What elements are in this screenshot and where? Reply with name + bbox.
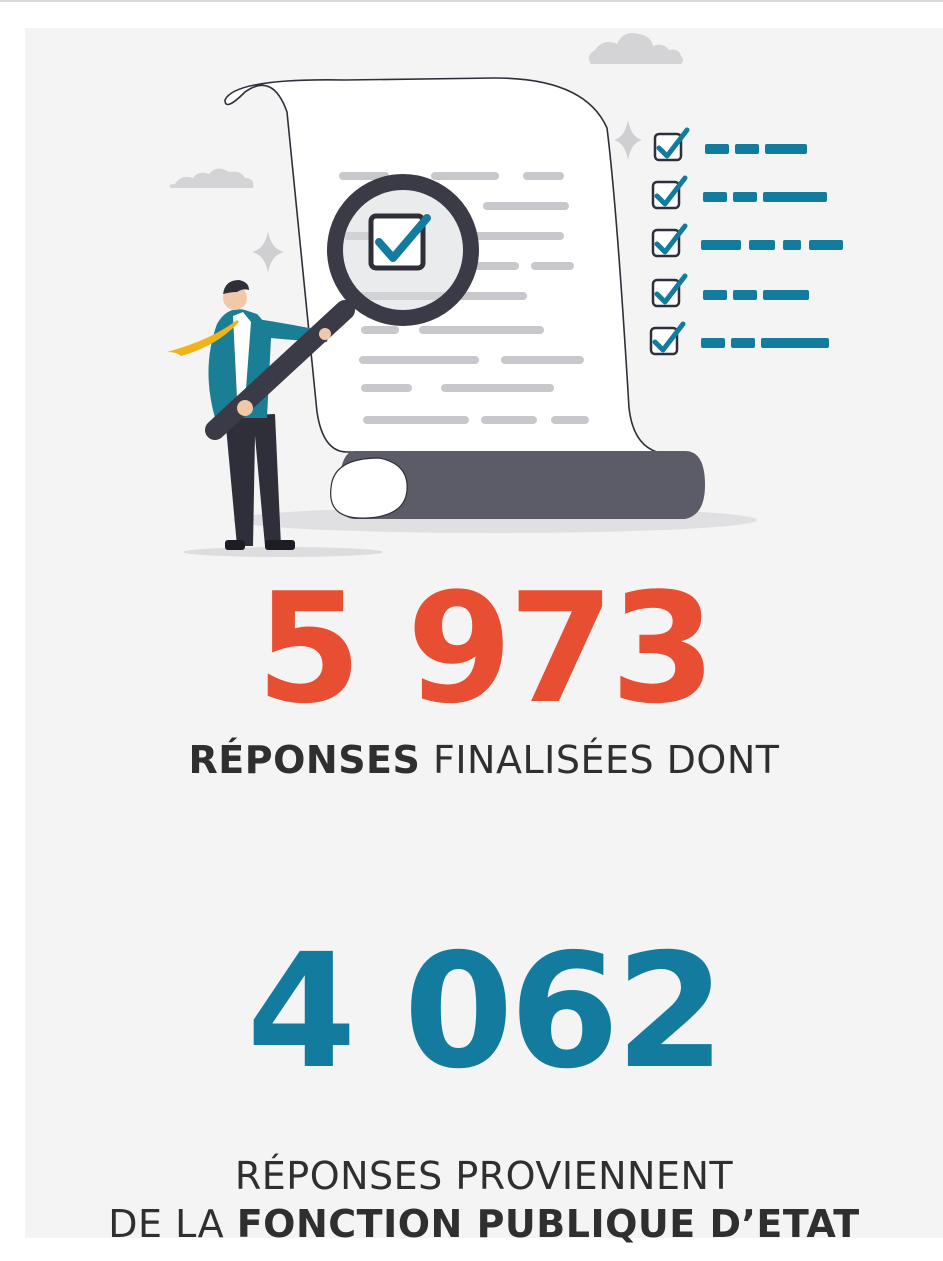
cloud-icon: [169, 168, 254, 188]
stat-total-responses: 5 973: [256, 560, 716, 737]
checklist-item: [651, 175, 827, 210]
caption-line-2: DE LA FONCTION PUBLIQUE D’ETAT: [25, 1201, 943, 1246]
caption-line-2-bold: FONCTION PUBLIQUE D’ETAT: [236, 1201, 860, 1246]
checklist: [649, 127, 843, 356]
sparkle-icon: [252, 231, 284, 273]
caption-bold: RÉPONSES: [188, 738, 421, 782]
checklist-item: [651, 273, 809, 308]
illustration: [167, 33, 843, 557]
caption-line-2-regular: DE LA: [108, 1201, 237, 1246]
stat-state-responses: 4 062: [246, 920, 726, 1104]
stat-state-caption: RÉPONSES PROVIENNENT DE LA FONCTION PUBL…: [25, 1154, 943, 1246]
stat-total-caption: RÉPONSES FINALISÉES DONT: [25, 738, 943, 782]
caption-line-1: RÉPONSES PROVIENNENT: [234, 1154, 734, 1198]
infographic-card: 5 973 RÉPONSES FINALISÉES DONT 4 062 RÉP…: [25, 28, 943, 1245]
checklist-item: [649, 321, 829, 356]
caption-rest: FINALISÉES DONT: [420, 738, 780, 782]
sparkle-icon: [614, 120, 642, 160]
top-divider: [0, 0, 943, 2]
cloud-icon: [588, 33, 683, 64]
checkbox-checked-icon: [368, 213, 431, 271]
checklist-item: [651, 223, 843, 258]
checklist-item: [653, 127, 807, 162]
